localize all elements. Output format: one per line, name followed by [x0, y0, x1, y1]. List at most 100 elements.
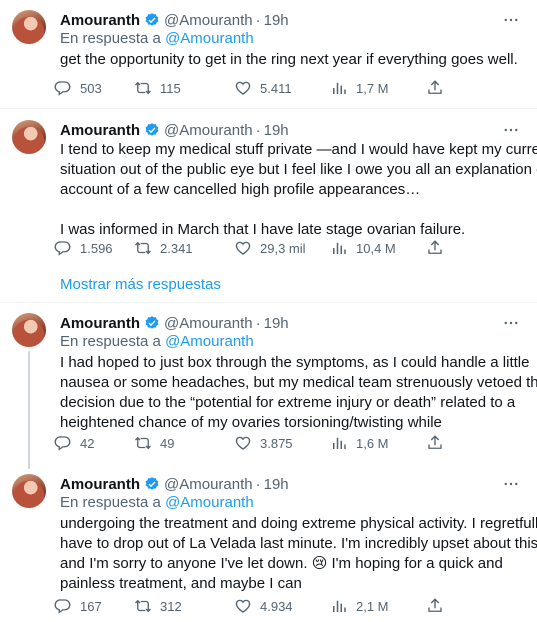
verified-badge-icon — [145, 477, 159, 490]
tweet-header: Amouranth @Amouranth · 19h — [60, 474, 289, 494]
more-dots-icon[interactable] — [501, 313, 521, 333]
avatar[interactable] — [12, 313, 46, 347]
tweet-header: Amouranth @Amouranth · 19h — [60, 120, 289, 140]
tweet-header: Amouranth @Amouranth · 19h — [60, 313, 289, 333]
retweet-count: 312 — [160, 598, 182, 614]
reply-count: 167 — [80, 598, 102, 614]
text-line: nausea or some headaches, but my medical… — [60, 374, 537, 391]
reply-prefix: En respuesta a — [60, 494, 161, 511]
divider — [0, 302, 537, 303]
more-dots-icon[interactable] — [501, 474, 521, 494]
views-chart-icon — [333, 437, 346, 449]
reply-icon — [54, 81, 71, 96]
reply-button[interactable]: 1.596 — [54, 238, 113, 258]
retweet-count: 2.341 — [160, 240, 193, 256]
share-button[interactable] — [426, 596, 452, 616]
retweet-icon — [135, 241, 151, 255]
author-handle[interactable]: @Amouranth — [164, 315, 253, 332]
retweet-icon — [135, 599, 151, 613]
text-line: I tend to keep my medical stuff private … — [60, 141, 537, 158]
heart-icon — [235, 241, 251, 255]
reply-context: En respuesta a @Amouranth — [60, 494, 254, 511]
reply-context: En respuesta a @Amouranth — [60, 333, 254, 350]
text-line: and I'm sorry to anyone I've let down. 😢… — [60, 555, 503, 572]
author-handle[interactable]: @Amouranth — [164, 122, 253, 139]
views-button[interactable]: 1,6 M — [330, 433, 389, 453]
share-button[interactable] — [426, 238, 452, 258]
retweet-button[interactable]: 115 — [134, 78, 181, 98]
reply-count: 1.596 — [80, 240, 113, 256]
retweet-button[interactable]: 312 — [134, 596, 182, 616]
verified-badge-icon — [145, 316, 159, 329]
like-button[interactable]: 4.934 — [234, 596, 293, 616]
avatar[interactable] — [12, 120, 46, 154]
tweet-text: I had hoped to just box through the symp… — [60, 353, 537, 433]
views-chart-icon — [333, 82, 346, 94]
share-icon — [428, 240, 442, 254]
author-handle[interactable]: @Amouranth — [164, 12, 253, 29]
thread-connector — [28, 351, 30, 469]
reply-handle-link[interactable]: @Amouranth — [165, 30, 254, 47]
tweet-text: get the opportunity to get in the ring n… — [60, 50, 530, 70]
text-line: decision due to the “potential for extre… — [60, 394, 516, 411]
retweet-icon — [135, 81, 151, 95]
like-button[interactable]: 29,3 mil — [234, 238, 306, 258]
separator-dot: · — [255, 314, 261, 332]
tweet-actions: 1.596 2.341 29,3 mil 10,4 M — [54, 238, 444, 258]
views-button[interactable]: 1,7 M — [330, 78, 389, 98]
more-dots-icon[interactable] — [501, 120, 521, 140]
retweet-button[interactable]: 49 — [134, 433, 174, 453]
views-count: 10,4 M — [356, 240, 396, 256]
reply-prefix: En respuesta a — [60, 30, 161, 47]
show-more-replies-link[interactable]: Mostrar más respuestas — [60, 276, 221, 293]
reply-handle-link[interactable]: @Amouranth — [165, 333, 254, 350]
tweet-time[interactable]: 19h — [264, 122, 289, 139]
tweet-time[interactable]: 19h — [264, 12, 289, 29]
separator-dot: · — [255, 11, 261, 29]
views-count: 2,1 M — [356, 598, 389, 614]
author-name[interactable]: Amouranth — [60, 315, 140, 332]
share-icon — [428, 80, 442, 94]
retweet-count: 115 — [160, 80, 181, 96]
like-button[interactable]: 5.411 — [234, 78, 292, 98]
views-button[interactable]: 10,4 M — [330, 238, 396, 258]
tweet-header: Amouranth @Amouranth · 19h — [60, 10, 289, 30]
tweet-time[interactable]: 19h — [264, 315, 289, 332]
avatar[interactable] — [12, 474, 46, 508]
tweet-text: I tend to keep my medical stuff private … — [60, 140, 537, 240]
reply-button[interactable]: 42 — [54, 433, 94, 453]
avatar[interactable] — [12, 10, 46, 44]
tweet-time[interactable]: 19h — [264, 476, 289, 493]
text-line: account of a few cancelled high profile … — [60, 181, 421, 198]
retweet-button[interactable]: 2.341 — [134, 238, 193, 258]
tweet[interactable]: Amouranth @Amouranth · 19h En respuesta … — [0, 10, 537, 106]
reply-context: En respuesta a @Amouranth — [60, 30, 254, 47]
like-button[interactable]: 3.875 — [234, 433, 293, 453]
share-button[interactable] — [426, 78, 452, 98]
reply-prefix: En respuesta a — [60, 333, 161, 350]
author-name[interactable]: Amouranth — [60, 12, 140, 29]
tweet[interactable]: Amouranth @Amouranth · 19h En respuesta … — [0, 474, 537, 618]
tweet-text: undergoing the treatment and doing extre… — [60, 514, 537, 594]
author-name[interactable]: Amouranth — [60, 476, 140, 493]
heart-icon — [235, 436, 251, 450]
tweet-actions: 42 49 3.875 1,6 M — [54, 433, 444, 453]
reply-button[interactable]: 167 — [54, 596, 102, 616]
author-name[interactable]: Amouranth — [60, 122, 140, 139]
author-handle[interactable]: @Amouranth — [164, 476, 253, 493]
reply-handle-link[interactable]: @Amouranth — [165, 494, 254, 511]
like-count: 5.411 — [260, 80, 292, 96]
text-line: get the opportunity to get in the ring n… — [60, 51, 518, 68]
tweet[interactable]: Amouranth @Amouranth · 19h En respuesta … — [0, 313, 537, 469]
share-icon — [428, 598, 442, 612]
more-dots-icon[interactable] — [501, 10, 521, 30]
separator-dot: · — [255, 121, 261, 139]
reply-button[interactable]: 503 — [54, 78, 102, 98]
separator-dot: · — [255, 475, 261, 493]
views-count: 1,7 M — [356, 80, 389, 96]
views-button[interactable]: 2,1 M — [330, 596, 389, 616]
share-button[interactable] — [426, 433, 452, 453]
text-line: have to drop out of La Velada last minut… — [60, 535, 537, 552]
tweet-actions: 503 115 5.411 1,7 M — [54, 78, 444, 98]
tweet[interactable]: Amouranth @Amouranth · 19h I tend to kee… — [0, 120, 537, 260]
